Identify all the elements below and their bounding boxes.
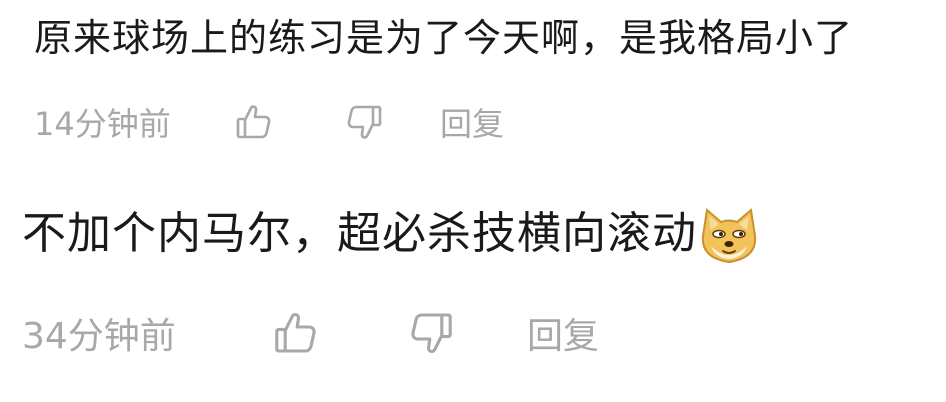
- reply-button[interactable]: 回复: [527, 307, 599, 359]
- thumbs-up-icon: [236, 105, 271, 139]
- thumbs-up-icon: [275, 312, 316, 353]
- thumbs-down-icon: [347, 105, 382, 139]
- like-button[interactable]: [234, 102, 344, 142]
- comment-text-row: 不加个内马尔，超必杀技横向滚动: [22, 202, 761, 266]
- dislike-button[interactable]: [344, 102, 440, 142]
- doge-emoji-icon: [701, 208, 757, 264]
- comment-meta-row: 34分钟前 回复: [22, 306, 599, 360]
- comment-text: 原来球场上的练习是为了今天啊，是我格局小了: [34, 16, 854, 60]
- dislike-button[interactable]: [407, 309, 527, 357]
- reply-button[interactable]: 回复: [440, 99, 504, 145]
- comment-timestamp: 14分钟前: [34, 105, 171, 143]
- comment-timestamp: 34分钟前: [22, 316, 176, 357]
- like-button[interactable]: [272, 309, 407, 357]
- comment-meta-row: 14分钟前 回复: [34, 98, 504, 146]
- comment-text: 不加个内马尔，超必杀技横向滚动: [22, 208, 697, 259]
- thumbs-down-icon: [411, 313, 452, 354]
